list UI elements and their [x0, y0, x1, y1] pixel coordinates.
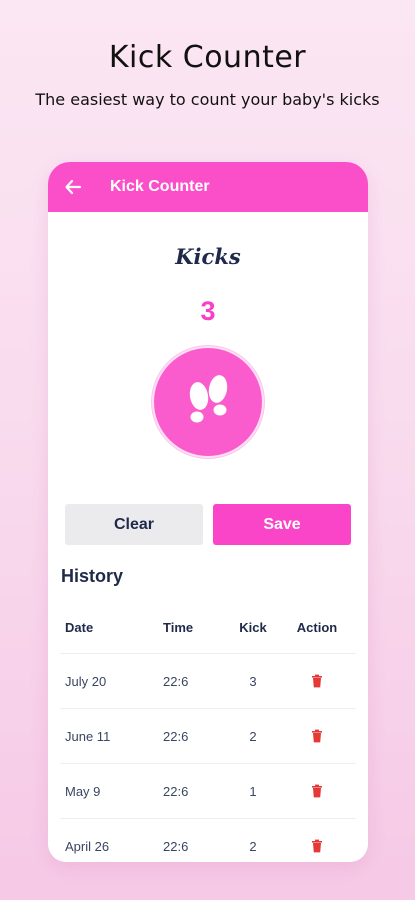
- row-kick: 1: [249, 783, 257, 799]
- row-time: 22:6: [163, 838, 189, 854]
- clear-button[interactable]: Clear: [65, 504, 203, 545]
- table-row: April 26 22:6 2: [60, 819, 356, 862]
- row-date: June 11: [65, 728, 111, 744]
- column-header-action: Action: [296, 620, 338, 635]
- row-kick: 3: [249, 673, 257, 689]
- history-table: Date Time Kick Action July 20 22:6 3 Jun…: [60, 602, 356, 862]
- save-button[interactable]: Save: [213, 504, 351, 545]
- trash-icon[interactable]: [310, 674, 324, 688]
- trash-icon[interactable]: [310, 729, 324, 743]
- row-kick: 2: [249, 728, 257, 744]
- trash-icon[interactable]: [310, 839, 324, 853]
- history-title: History: [61, 566, 124, 586]
- table-row: June 11 22:6 2: [60, 709, 356, 764]
- table-row: July 20 22:6 3: [60, 654, 356, 709]
- row-date: May 9: [65, 783, 101, 799]
- row-date: April 26: [65, 838, 110, 854]
- promo-title: Kick Counter: [108, 40, 307, 75]
- row-time: 22:6: [163, 728, 189, 744]
- row-date: July 20: [65, 673, 107, 689]
- row-time: 22:6: [163, 783, 189, 799]
- kick-count: 3: [200, 296, 216, 326]
- kicks-label: Kicks: [175, 244, 241, 269]
- app-title: Kick Counter: [110, 178, 210, 195]
- arrow-left-icon[interactable]: [62, 176, 84, 198]
- row-time: 22:6: [163, 673, 189, 689]
- table-header: Date Time Kick Action: [60, 602, 356, 654]
- row-kick: 2: [249, 838, 257, 854]
- app-screen: Kick Counter Kicks 3 Clear Save History …: [48, 162, 368, 862]
- table-row: May 9 22:6 1: [60, 764, 356, 819]
- app-bar: Kick Counter: [48, 162, 368, 212]
- column-header-time: Time: [163, 620, 194, 635]
- column-header-kick: Kick: [239, 620, 267, 635]
- kick-button[interactable]: [154, 348, 262, 456]
- trash-icon[interactable]: [310, 784, 324, 798]
- column-header-date: Date: [65, 620, 94, 635]
- promo-subtitle: The easiest way to count your baby's kic…: [35, 90, 380, 109]
- footprints-icon: [189, 375, 228, 423]
